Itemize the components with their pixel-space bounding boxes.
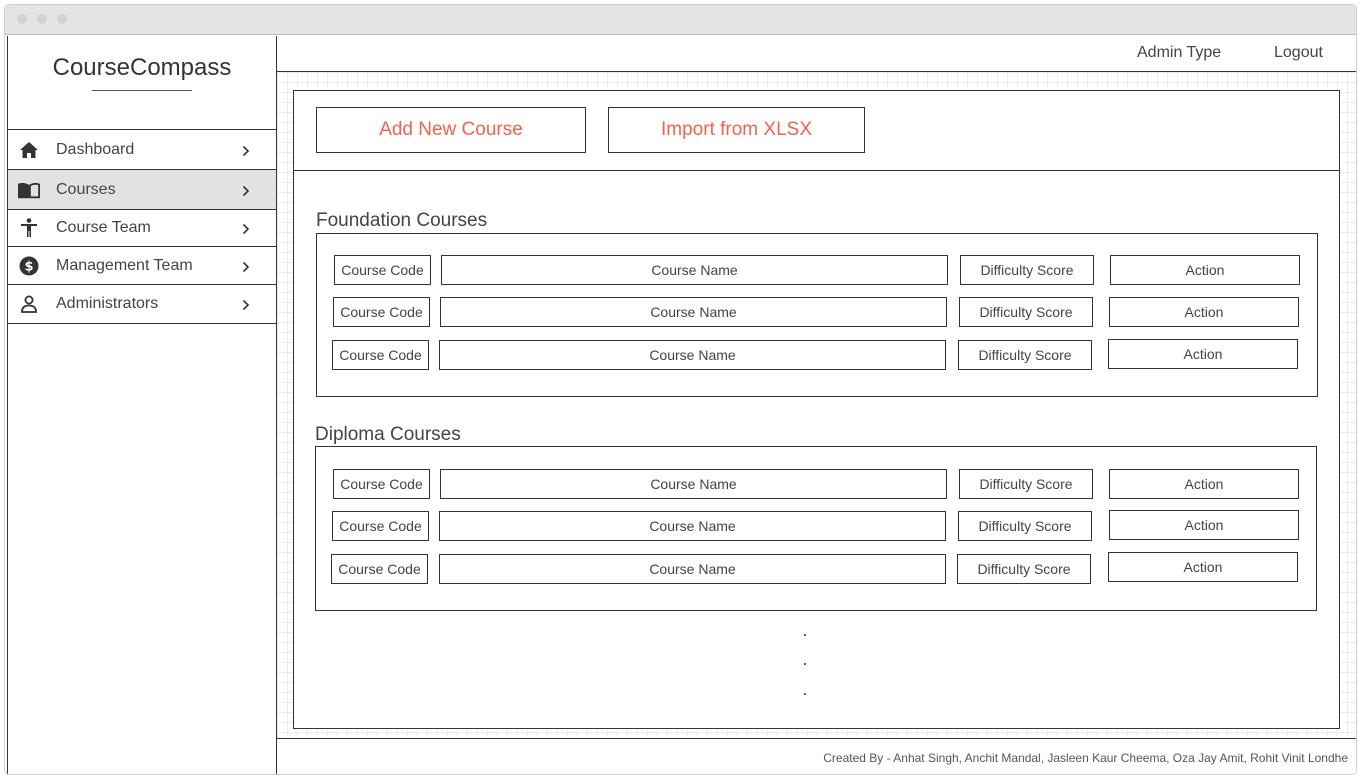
window-dot-icon bbox=[37, 14, 47, 24]
chevron-right-icon bbox=[240, 298, 252, 311]
difficulty-score-cell: Difficulty Score bbox=[959, 297, 1093, 327]
sidebar-item-label: Administrators bbox=[56, 295, 159, 312]
chevron-right-icon bbox=[240, 184, 252, 196]
course-name-cell: Course Name bbox=[439, 511, 946, 541]
window-dot-icon bbox=[57, 14, 67, 24]
svg-text:$: $ bbox=[24, 259, 33, 274]
browser-window: CourseCompass Dashboard Courses Course T… bbox=[4, 4, 1357, 775]
brand-underline bbox=[92, 90, 192, 91]
difficulty-score-cell: Difficulty Score bbox=[958, 511, 1092, 541]
more-indicator-dot: . bbox=[802, 620, 808, 640]
foundation-courses-table: Course Code Course Name Difficulty Score… bbox=[316, 233, 1318, 397]
dollar-icon: $ bbox=[18, 255, 40, 277]
difficulty-score-cell: Difficulty Score bbox=[959, 469, 1093, 499]
difficulty-score-cell: Difficulty Score bbox=[957, 554, 1091, 584]
sidebar: CourseCompass Dashboard Courses Course T… bbox=[7, 36, 277, 774]
difficulty-score-cell: Difficulty Score bbox=[958, 340, 1092, 370]
sidebar-item-label: Course Team bbox=[56, 219, 151, 236]
course-code-cell: Course Code bbox=[333, 469, 430, 499]
course-name-cell: Course Name bbox=[439, 340, 946, 370]
window-dot-icon bbox=[17, 14, 27, 24]
footer: Created By - Anhat Singh, Anchit Mandal,… bbox=[277, 738, 1356, 774]
chevron-right-icon bbox=[240, 144, 252, 156]
action-button[interactable]: Action bbox=[1109, 469, 1299, 499]
top-bar: Admin Type Logout bbox=[277, 36, 1356, 72]
sidebar-item-courses[interactable]: Courses bbox=[8, 170, 276, 210]
sidebar-nav: Dashboard Courses Course Team $ Manageme… bbox=[8, 129, 276, 324]
course-code-cell: Course Code bbox=[331, 554, 428, 584]
course-code-cell: Course Code bbox=[333, 297, 430, 327]
home-icon bbox=[18, 139, 40, 161]
course-code-cell: Course Code bbox=[334, 255, 431, 285]
course-name-cell: Course Name bbox=[440, 297, 947, 327]
action-button[interactable]: Action bbox=[1108, 339, 1298, 369]
add-new-course-button[interactable]: Add New Course bbox=[316, 107, 586, 153]
app-brand: CourseCompass bbox=[52, 54, 232, 81]
action-button[interactable]: Action bbox=[1109, 297, 1299, 327]
sidebar-item-label: Dashboard bbox=[56, 140, 135, 158]
section-title-foundation: Foundation Courses bbox=[316, 210, 488, 231]
chevron-right-icon bbox=[240, 222, 252, 235]
admin-type-link[interactable]: Admin Type bbox=[1137, 44, 1221, 62]
sidebar-item-dashboard[interactable]: Dashboard bbox=[8, 130, 276, 170]
sidebar-item-label: Management Team bbox=[56, 256, 193, 274]
person-icon bbox=[18, 217, 40, 239]
course-name-cell: Course Name bbox=[441, 255, 948, 285]
chevron-right-icon bbox=[240, 260, 252, 272]
more-indicator-dot: . bbox=[802, 679, 808, 699]
user-icon bbox=[18, 293, 40, 315]
course-name-cell: Course Name bbox=[440, 469, 947, 499]
course-name-cell: Course Name bbox=[439, 554, 946, 584]
main-content: Add New Course Import from XLSX Foundati… bbox=[277, 72, 1356, 738]
more-indicator-dot: . bbox=[802, 649, 808, 669]
sidebar-item-label: Courses bbox=[56, 180, 116, 198]
logout-link[interactable]: Logout bbox=[1274, 44, 1323, 62]
window-titlebar bbox=[5, 5, 1356, 35]
courses-panel: Add New Course Import from XLSX Foundati… bbox=[293, 90, 1340, 729]
import-xlsx-button[interactable]: Import from XLSX bbox=[608, 107, 865, 153]
panel-divider bbox=[294, 170, 1339, 171]
sidebar-item-course-team[interactable]: Course Team bbox=[8, 210, 276, 247]
course-code-cell: Course Code bbox=[332, 511, 429, 541]
course-code-cell: Course Code bbox=[332, 340, 429, 370]
sidebar-item-management-team[interactable]: $ Management Team bbox=[8, 247, 276, 285]
action-button[interactable]: Action bbox=[1108, 552, 1298, 582]
diploma-courses-table: Course Code Course Name Difficulty Score… bbox=[315, 446, 1317, 611]
footer-credits: Created By - Anhat Singh, Anchit Mandal,… bbox=[823, 751, 1348, 765]
section-title-diploma: Diploma Courses bbox=[315, 424, 461, 445]
difficulty-score-cell: Difficulty Score bbox=[960, 255, 1094, 285]
action-button[interactable]: Action bbox=[1110, 255, 1300, 285]
action-button[interactable]: Action bbox=[1109, 510, 1299, 540]
book-icon bbox=[18, 179, 40, 201]
sidebar-item-administrators[interactable]: Administrators bbox=[8, 285, 276, 324]
